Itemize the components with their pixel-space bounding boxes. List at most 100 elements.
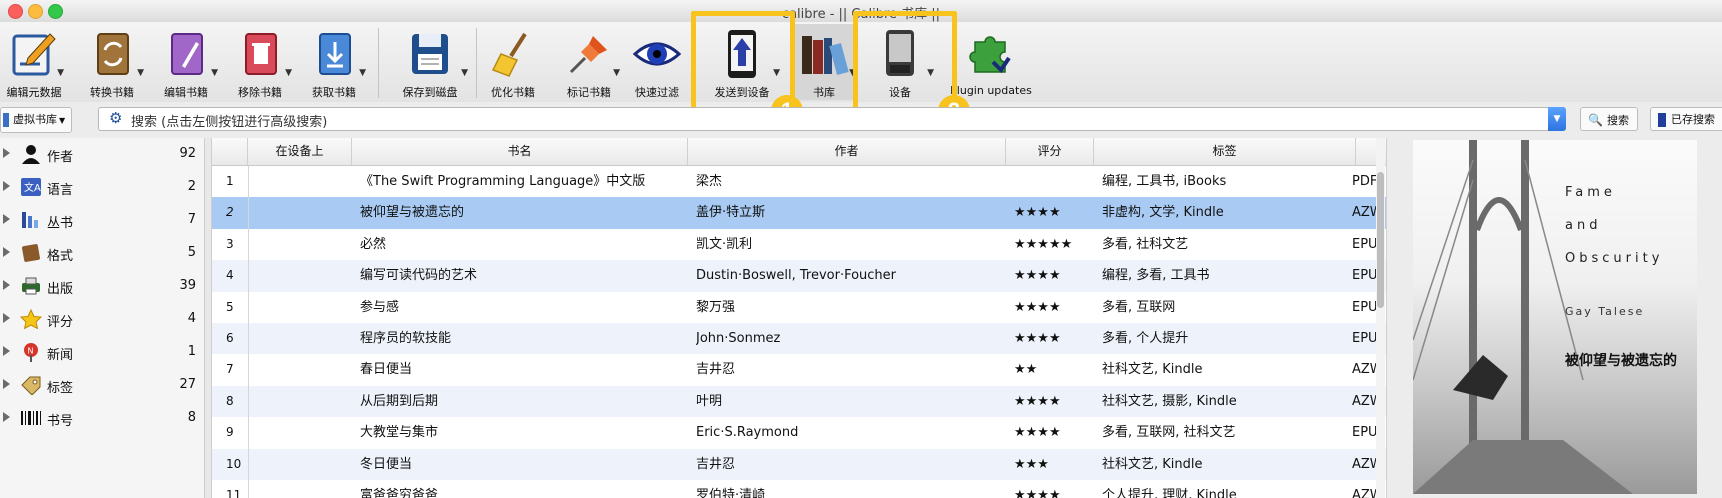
table-row[interactable]: 8 从后期到后期 叶明 ★★★★ 社科文艺, 摄影, Kindle AZW	[212, 385, 1386, 418]
sidebar-item-label: 评分	[47, 315, 74, 330]
table-row[interactable]: 1 《The Swift Programming Language》中文版 梁杰 编程…	[212, 166, 1386, 198]
fetch-books-button[interactable]: 获取书籍 ▼	[300, 24, 368, 100]
column-header-title[interactable]: 书名	[352, 138, 688, 165]
table-row[interactable]: 7 春日便当 吉井忍 ★★ 社科文艺, Kindle AZW	[212, 354, 1386, 386]
row-number: 6	[226, 331, 234, 345]
row-number: 4	[226, 268, 234, 283]
expand-triangle-icon[interactable]	[3, 412, 10, 422]
mark-books-button[interactable]: 标记书籍 ▼	[556, 24, 622, 100]
search-input[interactable]: ⚙ 搜索 (点击左侧按钮进行高级搜索) ▼	[98, 107, 1566, 131]
table-row[interactable]: 3 必然 凯文·凯利 ★★★★★ 多看, 社科文艺 EPU	[212, 228, 1386, 261]
table-row[interactable]: 2 被仰望与被遗忘的 盖伊·特立斯 ★★★★ 非虚构, 文学, Kindle AZW	[212, 197, 1386, 229]
virtual-library-button[interactable]: 虚拟书库 ▼	[0, 107, 72, 133]
table-row[interactable]: 9 大教堂与集市 Eric·S.Raymond ★★★★ 多看, 互联网, 社科文艺 EP…	[212, 417, 1386, 449]
sidebar-item-formats[interactable]: 格式 5	[0, 237, 204, 269]
sidebar-item-label: 书号	[47, 414, 74, 429]
library-menu-arrow[interactable]: ▼	[849, 68, 856, 78]
edit-metadata-button[interactable]: 编辑元数据 ▼	[2, 24, 66, 100]
edit-book-icon	[171, 33, 203, 75]
expand-triangle-icon[interactable]	[3, 313, 10, 323]
rating-cell: ★★★	[1014, 456, 1049, 472]
table-row[interactable]: 4 编写可读代码的艺术 Dustin·Boswell, Trevor·Foucher…	[212, 260, 1386, 292]
quickview-button[interactable]: 快速过滤	[624, 24, 690, 100]
save-to-disk-menu-arrow[interactable]: ▼	[461, 68, 468, 78]
magnifier-icon: 🔍	[1588, 113, 1603, 127]
sidebar-item-languages[interactable]: 文A 语言 2	[0, 171, 204, 203]
rating-cell: ★★★★	[1014, 299, 1061, 315]
column-header-tags[interactable]: 标签	[1094, 138, 1356, 165]
book-list-table: 在设备上 书名 作者 评分 标签 1 《The Swift Programming…	[211, 138, 1386, 498]
convert-books-menu-arrow[interactable]: ▼	[137, 68, 144, 78]
title-cell: 必然	[360, 236, 387, 252]
saved-searches-button[interactable]: 已存搜索	[1650, 107, 1722, 131]
mark-books-menu-arrow[interactable]: ▼	[613, 68, 620, 78]
polish-books-button[interactable]: 优化书籍	[482, 24, 544, 100]
tag-browser: 作者 92 文A 语言 2 丛书 7 格式 5 出版 39 评分 4 N 新闻 …	[0, 138, 204, 498]
sidebar-item-ratings[interactable]: 评分 4	[0, 303, 204, 335]
sidebar-item-count: 5	[187, 245, 196, 260]
tag-icon	[21, 376, 41, 395]
remove-books-button[interactable]: 移除书籍 ▼	[226, 24, 294, 100]
edit-book-button[interactable]: 编辑书籍 ▼	[152, 24, 220, 100]
column-header-rating[interactable]: 评分	[1006, 138, 1094, 165]
download-book-icon	[319, 33, 351, 75]
device-menu-arrow[interactable]: ▼	[927, 68, 934, 78]
column-header-on-device[interactable]: 在设备上	[248, 138, 352, 165]
plugin-updates-button[interactable]: Plugin updates	[950, 24, 1032, 100]
title-cell: 被仰望与被遗忘的	[360, 205, 465, 221]
edit-metadata-menu-arrow[interactable]: ▼	[57, 68, 64, 78]
table-row[interactable]: 6 程序员的软技能 John·Sonmez ★★★★ 多看, 个人提升 EPU	[212, 323, 1386, 355]
send-to-device-menu-arrow[interactable]: ▼	[773, 68, 780, 78]
table-row[interactable]: 11 富爸爸穷爸爸 罗伯特·清崎 ★★★★ 个人提升, 理财, Kindle AZW	[212, 480, 1386, 498]
tags-cell: 非虚构, 文学, Kindle	[1102, 205, 1224, 221]
author-cell: Dustin·Boswell, Trevor·Foucher	[696, 268, 897, 284]
table-scrollbar[interactable]	[1376, 138, 1385, 498]
rating-cell	[1014, 166, 1094, 197]
expand-triangle-icon[interactable]	[3, 148, 10, 158]
sidebar-item-publishers[interactable]: 出版 39	[0, 270, 204, 302]
library-button[interactable]: 书库 ▼	[790, 24, 858, 100]
expand-triangle-icon[interactable]	[3, 181, 10, 191]
edit-book-menu-arrow[interactable]: ▼	[211, 68, 218, 78]
save-to-disk-button[interactable]: 保存到磁盘 ▼	[390, 24, 470, 100]
fetch-books-menu-arrow[interactable]: ▼	[359, 68, 366, 78]
scrollbar-thumb[interactable]	[1377, 172, 1384, 308]
author-cell: 凯文·凯利	[696, 236, 753, 252]
broom-icon	[491, 32, 527, 77]
table-row[interactable]: 5 参与感 黎万强 ★★★★ 多看, 互联网 EPU	[212, 291, 1386, 323]
expand-triangle-icon[interactable]	[3, 379, 10, 389]
puzzle-icon	[969, 36, 1011, 74]
language-icon: 文A	[21, 178, 41, 196]
convert-books-button[interactable]: 转换书籍 ▼	[78, 24, 146, 100]
expand-triangle-icon[interactable]	[3, 346, 10, 356]
sidebar-item-label: 新闻	[47, 348, 74, 363]
search-history-dropdown[interactable]: ▼	[1548, 107, 1566, 131]
search-button-label: 搜索	[1606, 114, 1629, 127]
book-cover-image[interactable]: Fame and Obscurity Gay Talese 被仰望与被遗忘的	[1413, 140, 1697, 494]
sidebar-item-series[interactable]: 丛书 7	[0, 204, 204, 236]
column-header-author[interactable]: 作者	[688, 138, 1006, 165]
expand-triangle-icon[interactable]	[3, 214, 10, 224]
device-button[interactable]: 设备 ▼	[864, 24, 936, 100]
tags-cell: 多看, 互联网, 社科文艺	[1102, 425, 1236, 441]
printer-icon	[22, 277, 40, 295]
expand-triangle-icon[interactable]	[3, 247, 10, 257]
tags-cell: 社科文艺, 摄影, Kindle	[1102, 393, 1237, 409]
search-button[interactable]: 🔍 搜索	[1580, 107, 1638, 131]
row-number: 2	[226, 205, 234, 220]
table-row[interactable]: 10 冬日便当 吉井忍 ★★★ 社科文艺, Kindle AZW	[212, 448, 1386, 480]
title-cell: 冬日便当	[360, 456, 413, 472]
expand-triangle-icon[interactable]	[3, 280, 10, 290]
mark-books-label: 标记书籍	[567, 86, 611, 99]
sidebar-item-identifiers[interactable]: 书号 8	[0, 402, 204, 434]
remove-books-menu-arrow[interactable]: ▼	[285, 68, 292, 78]
polish-books-label: 优化书籍	[491, 86, 535, 99]
sidebar-item-tags[interactable]: 标签 27	[0, 369, 204, 401]
sidebar-item-count: 7	[187, 212, 196, 227]
gear-icon[interactable]: ⚙	[109, 109, 122, 127]
sidebar-item-authors[interactable]: 作者 92	[0, 138, 204, 170]
pin-icon	[569, 36, 607, 74]
sidebar-item-news[interactable]: N 新闻 1	[0, 336, 204, 368]
panel-splitter[interactable]	[204, 138, 211, 498]
send-to-device-button[interactable]: 发送到设备 ▼	[702, 24, 782, 100]
